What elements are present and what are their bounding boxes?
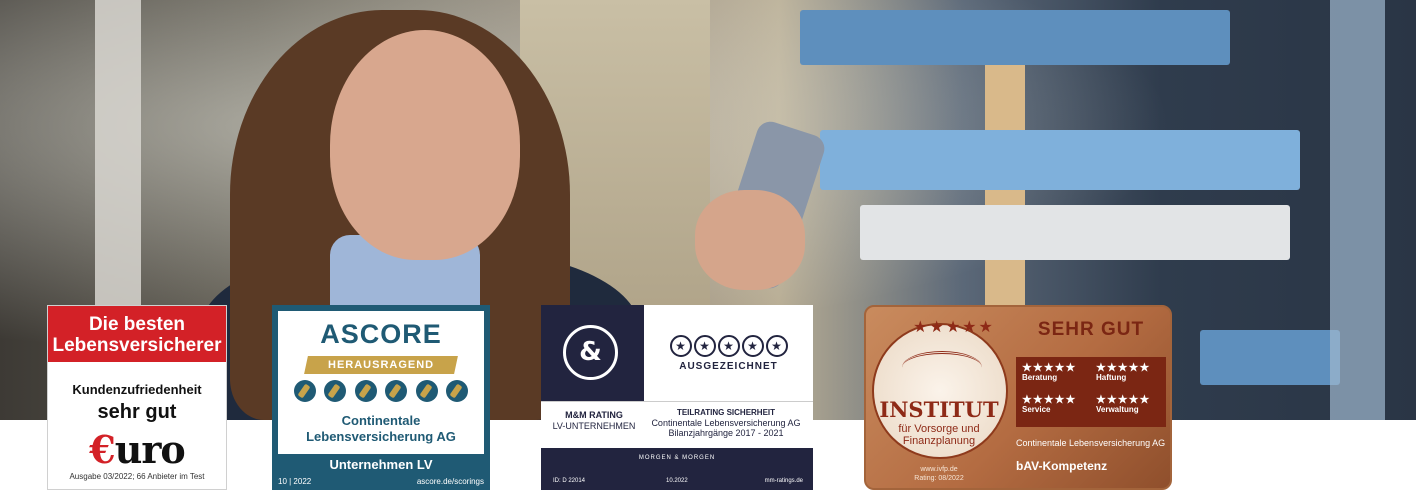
ivfp-criterion-label: Haftung (1096, 373, 1127, 382)
ivfp-seal-title: INSTITUT (879, 397, 999, 422)
photo-person-face (330, 30, 520, 260)
photo-sign-arrow (800, 10, 1230, 65)
ivfp-criterion-stars: ★★★★★ (1096, 362, 1151, 374)
star-icon: ★ (693, 335, 716, 357)
ivfp-criterion: ★★★★★ Verwaltung (1096, 395, 1150, 415)
euro-badge-footer: Ausgabe 03/2022; 66 Anbieter im Test (69, 472, 205, 481)
star-icon: ★ (669, 335, 692, 357)
ivfp-company: Continentale Lebensversicherung AG (1016, 438, 1166, 448)
ivfp-seal-sub1: für Vorsorge und (898, 423, 980, 435)
star-icon: ★ (741, 335, 764, 357)
ivfp-seal-stars-icon: ★★★★★ (913, 319, 995, 336)
ascore-url: ascore.de/scorings (416, 477, 484, 486)
mm-partial-company: Continentale Lebensversicherung AG (651, 418, 801, 428)
mm-star-rating: ★ ★ ★ ★ ★ (644, 335, 813, 357)
ivfp-criterion-label: Beratung (1022, 373, 1058, 382)
ascore-ribbon: HERAUSRAGEND (304, 356, 458, 374)
ivfp-criterion-stars: ★★★★★ (1022, 362, 1077, 374)
mm-rating-label: M&M RATING LV-UNTERNEHMEN (549, 410, 639, 432)
photo-sign-arrow (820, 130, 1300, 190)
mm-partial-rating: TEILRATING SICHERHEIT Continentale Leben… (641, 408, 811, 438)
mm-ampersand-icon: & (563, 325, 618, 380)
ivfp-seal-sub2: Finanzplanung (902, 435, 976, 447)
rating-coin-icon (354, 380, 377, 402)
mm-brand: MORGEN & MORGEN (638, 455, 716, 461)
ascore-rating-icons (278, 380, 484, 407)
ivfp-criterion-stars: ★★★★★ (1022, 394, 1077, 406)
rating-coin-icon (446, 380, 469, 402)
photo-pole (1330, 0, 1385, 420)
mm-url: mm-ratings.de (764, 478, 803, 484)
euro-award-badge: Die besten Lebensversicherer Kundenzufri… (47, 305, 227, 490)
ivfp-criteria: ★★★★★ Beratung ★★★★★ Haftung ★★★★★ Servi… (1016, 357, 1166, 427)
mm-partial-years: Bilanzjahrgänge 2017 - 2021 (668, 428, 784, 438)
ascore-company-line2: Lebensversicherung AG (306, 429, 456, 444)
ivfp-seal-subtitle: für Vorsorge und Finanzplanung (872, 423, 1006, 447)
ivfp-footer: www.ivfp.de Rating: 08/2022 (872, 465, 1006, 483)
ivfp-grade: SEHR GUT (1037, 319, 1145, 340)
euro-logo-text: uro (114, 427, 186, 472)
ascore-ribbon-label: HERAUSRAGEND (327, 359, 435, 371)
euro-badge-header: Die besten Lebensversicherer (48, 306, 226, 362)
ivfp-rating-date: Rating: 08/2022 (914, 475, 964, 482)
ascore-logo: ASCORE (320, 319, 442, 349)
photo-hand (695, 190, 805, 290)
ivfp-criterion: ★★★★★ Service (1022, 395, 1076, 415)
ascore-segment: Unternehmen LV (329, 457, 433, 472)
mm-rating-badge: & ★ ★ ★ ★ ★ AUSGEZEICHNET M&M RATING LV-UNTE… (541, 305, 813, 490)
mm-rating-line2: LV-UNTERNEHMEN (552, 421, 636, 431)
ivfp-criterion: ★★★★★ Haftung (1096, 363, 1150, 383)
ascore-company-line1: Continentale (341, 413, 421, 428)
ascore-award-badge: ASCORE HERAUSRAGEND Continentale Lebensv… (272, 305, 490, 490)
ivfp-product: bAV-Kompetenz (1016, 459, 1108, 473)
ivfp-criterion-label: Service (1022, 405, 1051, 414)
ivfp-criterion-label: Verwaltung (1096, 405, 1139, 414)
ivfp-criterion: ★★★★★ Beratung (1022, 363, 1076, 383)
photo-sign-arrow (860, 205, 1290, 260)
rating-coin-icon (293, 380, 316, 402)
euro-badge-grade: sehr gut (97, 401, 177, 423)
star-icon: ★ (717, 335, 740, 357)
ivfp-criterion-stars: ★★★★★ (1096, 394, 1151, 406)
mm-id: ID: D 22014 (553, 478, 586, 484)
mm-details: M&M RATING LV-UNTERNEHMEN TEILRATING SIC… (541, 401, 813, 448)
ivfp-award-badge: ★★★★★ INSTITUT für Vorsorge und Finanzpl… (864, 305, 1172, 490)
mm-partial-title: TEILRATING SICHERHEIT (676, 408, 776, 417)
photo-sign-arrow (1200, 330, 1340, 385)
rating-coin-icon (324, 380, 347, 402)
euro-logo-symbol: € (89, 427, 115, 472)
ascore-company: Continentale Lebensversicherung AG (278, 413, 484, 445)
mm-logo-panel: & (541, 305, 644, 401)
rating-coin-icon (415, 380, 438, 402)
star-icon: ★ (765, 335, 788, 357)
euro-logo: €uro (48, 431, 226, 469)
rating-coin-icon (385, 380, 408, 402)
mm-stars-panel: ★ ★ ★ ★ ★ AUSGEZEICHNET (644, 305, 813, 401)
ascore-date: 10 | 2022 (278, 477, 312, 486)
book-icon (902, 351, 982, 384)
mm-date: 10.2022 (666, 478, 688, 484)
mm-rating-line1: M&M RATING (565, 410, 623, 420)
euro-badge-category: Kundenzufriedenheit (72, 382, 202, 397)
ivfp-website: www.ivfp.de (920, 466, 958, 473)
ascore-badge-panel: ASCORE HERAUSRAGEND Continentale Lebensv… (278, 311, 484, 454)
mm-award-label: AUSGEZEICHNET (679, 361, 778, 372)
